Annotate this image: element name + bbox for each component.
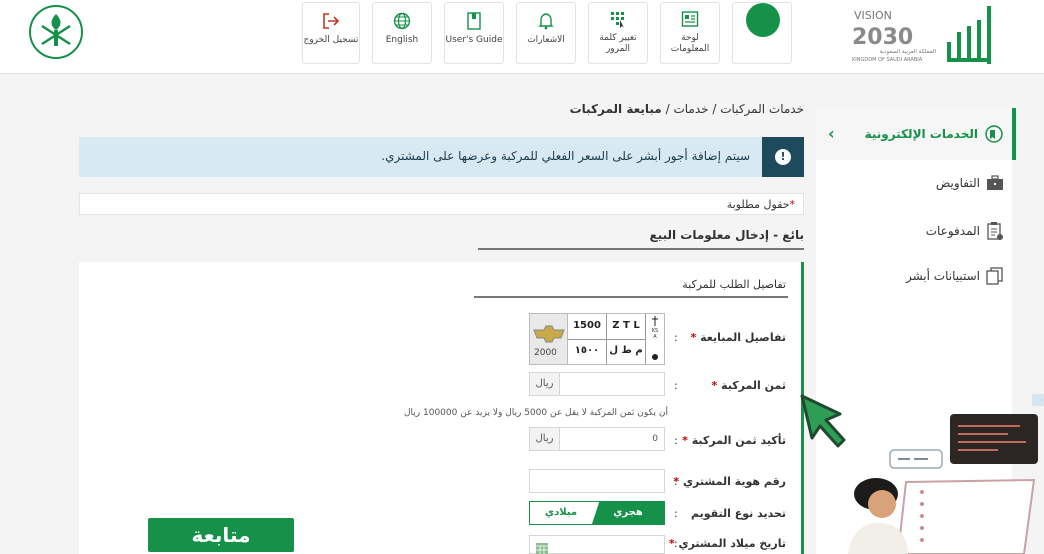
plate-grid: 1500 Z T L ١٥٠٠ م ط ل bbox=[568, 314, 645, 364]
globe-icon bbox=[393, 12, 411, 30]
vision-text: VISION bbox=[854, 9, 892, 22]
vision-sub-en: KINGDOM OF SAUDI ARABIA bbox=[852, 57, 923, 63]
bell-icon bbox=[538, 13, 554, 30]
notifications-label: الاشعارات bbox=[527, 35, 565, 45]
user-guide-label: User's Guide bbox=[445, 35, 503, 45]
buyer-id-label: رقم هوية المشتري * bbox=[673, 475, 786, 488]
plate-number-en: 1500 bbox=[573, 320, 601, 331]
sidebar-item-label: الخدمات الإلكترونية bbox=[864, 127, 978, 141]
plate-letters-ar: م ط ل bbox=[609, 345, 643, 356]
price-label: ثمن المركبة * bbox=[711, 379, 786, 392]
profile-tile[interactable] bbox=[732, 2, 792, 64]
change-password-button[interactable]: تغيير كلمة المرور bbox=[588, 2, 648, 64]
eservices-icon bbox=[985, 125, 1003, 143]
sidebar-item-label: المدفوعات bbox=[925, 224, 980, 238]
notifications-button[interactable]: الاشعارات bbox=[516, 2, 576, 64]
buyer-birth-label: تاريخ ميلاد المشتري * bbox=[668, 537, 786, 550]
survey-icon bbox=[986, 267, 1003, 285]
calendar-type-label: تحديد نوع التقويم bbox=[690, 507, 786, 520]
dashboard-label-2: المعلومات bbox=[670, 44, 710, 54]
hijri-option[interactable]: هجري bbox=[592, 502, 664, 524]
english-label: English bbox=[385, 35, 419, 45]
alert-icon: ! bbox=[762, 137, 804, 177]
sidebar-item-payments[interactable]: المدفوعات bbox=[926, 221, 1004, 241]
saudi-emblem-logo bbox=[29, 5, 83, 59]
palm-icon bbox=[652, 316, 658, 326]
gregorian-option[interactable]: ميلادي bbox=[530, 502, 592, 524]
absher-logo bbox=[947, 6, 991, 64]
confirm-price-input[interactable]: ريال 0 bbox=[529, 427, 665, 451]
breadcrumb: خدمات المركبات / خدمات / مبايعة المركبات bbox=[570, 102, 804, 116]
price-input[interactable]: ريال bbox=[529, 372, 665, 396]
plate-year: 2000 bbox=[534, 348, 557, 358]
breadcrumb-separator: / bbox=[665, 102, 670, 116]
colon: : bbox=[674, 331, 678, 344]
top-header: تسجيل الخروج English User's Guide الاشعا… bbox=[0, 0, 1044, 74]
colon: : bbox=[674, 507, 678, 520]
keypad-icon bbox=[611, 12, 624, 28]
chevrolet-icon bbox=[533, 325, 565, 343]
buyer-id-input[interactable] bbox=[529, 469, 665, 493]
card-divider bbox=[474, 296, 788, 298]
book-icon bbox=[467, 12, 481, 30]
currency-unit: ريال bbox=[530, 428, 560, 450]
info-banner: ! سيتم إضافة أجور أبشر على السعر الفعلي … bbox=[79, 137, 804, 177]
required-note: *حقول مطلوبة bbox=[726, 198, 795, 211]
plate-letters-en: Z T L bbox=[612, 320, 640, 331]
sidebar-item-label: التفاويض bbox=[935, 176, 980, 190]
car-brand-logo: 2000 bbox=[530, 314, 568, 364]
sale-details-label: تفاصيل المبايعة * bbox=[690, 331, 786, 344]
section-title: بائع - إدخال معلومات البيع bbox=[649, 228, 804, 242]
logout-label: تسجيل الخروج bbox=[303, 35, 359, 45]
banner-text: سيتم إضافة أجور أبشر على السعر الفعلي لل… bbox=[381, 149, 750, 163]
dashboard-icon bbox=[681, 11, 699, 27]
user-guide-button[interactable]: User's Guide bbox=[444, 2, 504, 64]
logout-icon bbox=[323, 13, 340, 29]
sidebar-item-label: استبيانات أبشر bbox=[905, 269, 980, 283]
colon: : bbox=[674, 434, 678, 447]
profile-avatar bbox=[746, 3, 780, 37]
clipboard-icon bbox=[987, 222, 1003, 240]
card-title: تفاصيل الطلب للمركبة bbox=[682, 278, 786, 291]
confirm-price-value: 0 bbox=[652, 434, 658, 444]
vision-2030-logo: VISION 2030 المملكة العربية السعودية KIN… bbox=[852, 9, 937, 63]
required-note-box: *حقول مطلوبة bbox=[79, 193, 804, 215]
breadcrumb-services[interactable]: خدمات bbox=[673, 102, 708, 116]
briefcase-icon bbox=[987, 175, 1003, 190]
buyer-birth-input[interactable] bbox=[529, 535, 665, 554]
price-hint: أن يكون ثمن المركبة لا يقل عن 5000 ريال … bbox=[404, 408, 669, 418]
chevron-left-icon[interactable]: ‹ bbox=[828, 124, 835, 143]
breadcrumb-current: مبايعة المركبات bbox=[569, 102, 662, 116]
change-password-label-1: تغيير كلمة bbox=[599, 33, 637, 43]
colon: : bbox=[674, 379, 678, 392]
license-plate: 2000 1500 Z T L ١٥٠٠ م ط ل KSA bbox=[529, 313, 665, 365]
dashboard-button[interactable]: لوحة المعلومات bbox=[660, 2, 720, 64]
logout-button[interactable]: تسجيل الخروج bbox=[302, 2, 360, 64]
plate-ksa-strip: KSA bbox=[645, 314, 664, 364]
decorative-illustration bbox=[800, 394, 1038, 554]
plate-ksa-text: KSA bbox=[651, 328, 659, 340]
breadcrumb-vehicle-services[interactable]: خدمات المركبات bbox=[720, 102, 804, 116]
dashboard-label-1: لوحة bbox=[681, 33, 699, 43]
breadcrumb-separator: / bbox=[712, 102, 717, 116]
continue-button[interactable]: متابعة bbox=[148, 518, 294, 552]
calendar-toggle: هجري ميلادي bbox=[529, 501, 665, 525]
sidebar-item-eservices[interactable]: الخدمات الإلكترونية bbox=[865, 124, 1004, 144]
english-button[interactable]: English bbox=[372, 2, 432, 64]
vision-year: 2030 bbox=[852, 25, 913, 50]
section-divider bbox=[478, 248, 804, 250]
calendar-icon[interactable] bbox=[536, 542, 548, 554]
currency-unit: ريال bbox=[530, 373, 560, 395]
confirm-price-label: تأكيد ثمن المركبة * bbox=[682, 434, 786, 447]
vision-sub-ar: المملكة العربية السعودية bbox=[880, 48, 937, 55]
colon: : bbox=[674, 537, 678, 550]
colon: : bbox=[674, 475, 678, 488]
change-password-label-2: المرور bbox=[605, 44, 631, 54]
sidebar-item-delegations[interactable]: التفاويض bbox=[936, 175, 1004, 191]
plate-dot bbox=[652, 354, 658, 360]
sidebar-item-surveys[interactable]: استبيانات أبشر bbox=[906, 267, 1004, 285]
plate-number-ar: ١٥٠٠ bbox=[574, 345, 600, 356]
